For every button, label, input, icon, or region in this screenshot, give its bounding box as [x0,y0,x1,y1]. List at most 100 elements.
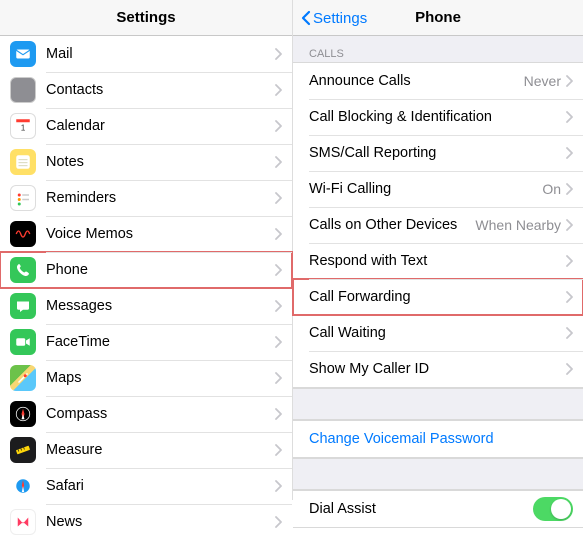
maps-icon [10,365,36,391]
row-label: Respond with Text [309,253,565,269]
phone-header: Settings Phone [293,0,583,36]
chevron-right-icon [565,75,573,87]
chevron-right-icon [565,363,573,375]
row-label: Calendar [46,118,274,134]
section-list: Change Voicemail Password [293,420,583,458]
calendar-icon: 1 [10,113,36,139]
section-gap [293,458,583,490]
phone-row-forwarding[interactable]: Call Forwarding [293,279,583,315]
chevron-right-icon [565,147,573,159]
messages-icon [10,293,36,319]
chevron-right-icon [565,219,573,231]
chevron-right-icon [274,372,282,384]
phone-row-callerid[interactable]: Show My Caller ID [293,351,583,387]
news-icon [10,509,36,535]
phone-row-dialassist[interactable]: Dial Assist [293,491,583,527]
settings-list: Mail Contacts 1 Calendar Notes Reminders Voice… [0,36,292,540]
row-label: Change Voicemail Password [309,431,573,447]
settings-row-calendar[interactable]: 1 Calendar [0,108,292,144]
chevron-right-icon [565,327,573,339]
chevron-right-icon [274,120,282,132]
row-label: Calls on Other Devices [309,217,475,233]
chevron-right-icon [274,336,282,348]
phone-row-waiting[interactable]: Call Waiting [293,315,583,351]
compass-icon [10,401,36,427]
chevron-right-icon [274,408,282,420]
row-label: Phone [46,262,274,278]
phone-row-blocking[interactable]: Call Blocking & Identification [293,99,583,135]
mail-icon [10,41,36,67]
section-header: CALLS [293,36,583,62]
row-value: Never [524,73,561,89]
row-value: On [542,181,561,197]
settings-row-measure[interactable]: Measure [0,432,292,468]
settings-row-compass[interactable]: Compass [0,396,292,432]
section-gap [293,388,583,420]
svg-text:1: 1 [21,124,26,133]
chevron-right-icon [274,480,282,492]
row-label: Notes [46,154,274,170]
phone-row-smsreport[interactable]: SMS/Call Reporting [293,135,583,171]
phone-icon [10,257,36,283]
reminders-icon [10,185,36,211]
settings-header: Settings [0,0,292,36]
section-list: Announce CallsNever Call Blocking & Ident… [293,62,583,388]
row-label: Contacts [46,82,274,98]
chevron-right-icon [274,84,282,96]
settings-row-reminders[interactable]: Reminders [0,180,292,216]
phone-row-wificall[interactable]: Wi-Fi CallingOn [293,171,583,207]
row-value: When Nearby [475,217,561,233]
row-label: Announce Calls [309,73,524,89]
row-label: Voice Memos [46,226,274,242]
chevron-right-icon [274,228,282,240]
settings-row-contacts[interactable]: Contacts [0,72,292,108]
row-label: Call Waiting [309,325,565,341]
row-label: Show My Caller ID [309,361,565,377]
settings-row-news[interactable]: News [0,504,292,540]
chevron-right-icon [274,516,282,528]
row-label: Wi-Fi Calling [309,181,542,197]
row-label: Compass [46,406,274,422]
back-button[interactable]: Settings [301,0,367,36]
row-label: Mail [46,46,274,62]
phone-row-changevm[interactable]: Change Voicemail Password [293,421,583,457]
measure-icon [10,437,36,463]
facetime-icon [10,329,36,355]
row-label: Call Forwarding [309,289,565,305]
row-label: Dial Assist [309,501,533,517]
settings-row-facetime[interactable]: FaceTime [0,324,292,360]
phone-title: Phone [415,9,461,26]
section-list: Dial Assist [293,490,583,528]
row-label: News [46,514,274,530]
safari-icon [10,473,36,499]
notes-icon [10,149,36,175]
settings-row-notes[interactable]: Notes [0,144,292,180]
chevron-right-icon [274,264,282,276]
row-label: Safari [46,478,274,494]
phone-row-otherdev[interactable]: Calls on Other DevicesWhen Nearby [293,207,583,243]
phone-row-respond[interactable]: Respond with Text [293,243,583,279]
chevron-right-icon [274,192,282,204]
toggle-switch[interactable] [533,497,573,521]
settings-row-mail[interactable]: Mail [0,36,292,72]
settings-row-messages[interactable]: Messages [0,288,292,324]
chevron-right-icon [274,156,282,168]
settings-title: Settings [116,9,175,26]
chevron-right-icon [565,291,573,303]
row-label: Reminders [46,190,274,206]
chevron-right-icon [274,48,282,60]
settings-row-maps[interactable]: Maps [0,360,292,396]
row-label: Messages [46,298,274,314]
row-label: Maps [46,370,274,386]
settings-row-safari[interactable]: Safari [0,468,292,504]
row-label: Call Blocking & Identification [309,109,565,125]
contacts-icon [10,77,36,103]
chevron-right-icon [274,300,282,312]
back-label: Settings [313,10,367,27]
settings-row-phone[interactable]: Phone [0,252,292,288]
chevron-left-icon [301,10,311,26]
phone-row-announce[interactable]: Announce CallsNever [293,63,583,99]
settings-row-voicememos[interactable]: Voice Memos [0,216,292,252]
phone-content: CALLSAnnounce CallsNeverCall Blocking & … [293,36,583,528]
chevron-right-icon [565,255,573,267]
